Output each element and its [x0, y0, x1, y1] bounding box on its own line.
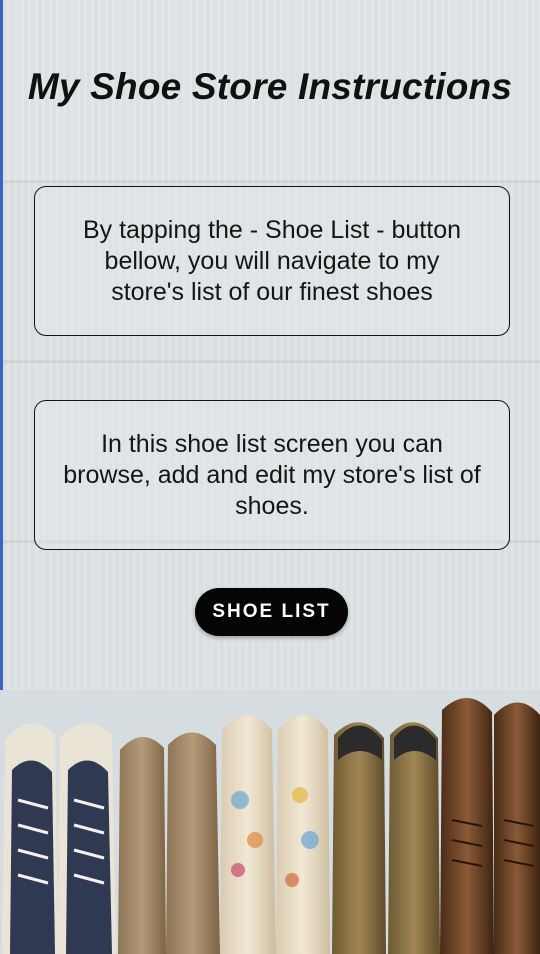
- instruction-text-2: In this shoe list screen you can browse,…: [63, 429, 481, 520]
- shoe-list-button[interactable]: SHOE LIST: [195, 588, 348, 636]
- instruction-card-2: In this shoe list screen you can browse,…: [34, 400, 510, 550]
- page-title: My Shoe Store Instructions: [27, 66, 513, 107]
- instruction-card-1: By tapping the - Shoe List - button bell…: [34, 186, 510, 336]
- instruction-text-1: By tapping the - Shoe List - button bell…: [82, 215, 461, 306]
- shoes-row-image: [0, 690, 540, 954]
